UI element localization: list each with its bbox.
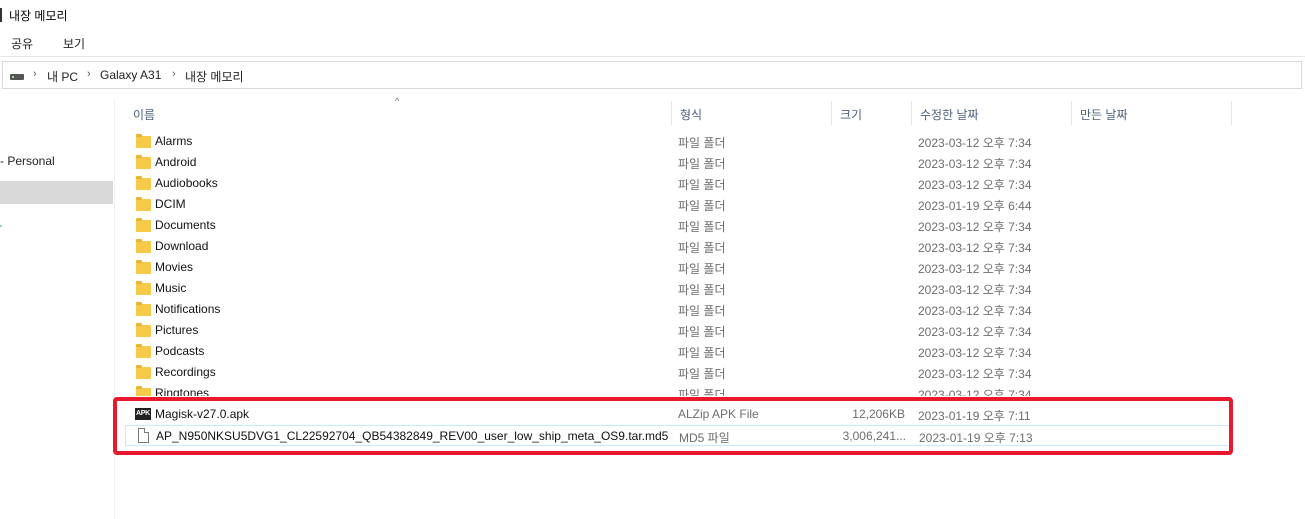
folder-icon <box>136 218 151 232</box>
file-type: 파일 폴더 <box>678 136 726 150</box>
file-name: Android <box>155 155 197 169</box>
file-date: 2023-03-12 오후 7:34 <box>918 388 1032 396</box>
folder-icon <box>136 260 151 274</box>
file-name: Alarms <box>155 134 193 148</box>
chevron-right-icon[interactable]: › <box>33 68 37 80</box>
file-type: 파일 폴더 <box>678 304 726 318</box>
file-date: 2023-03-12 오후 7:34 <box>918 157 1032 171</box>
file-row[interactable]: Download 파일 폴더 2023-03-12 오후 7:34 <box>125 236 1230 257</box>
file-row[interactable]: Podcasts 파일 폴더 2023-03-12 오후 7:34 <box>125 341 1230 362</box>
file-row[interactable]: Music 파일 폴더 2023-03-12 오후 7:34 <box>125 278 1230 299</box>
folder-icon <box>136 155 151 169</box>
folder-icon <box>136 281 151 295</box>
column-type[interactable]: 형식 <box>672 101 832 125</box>
file-type: 파일 폴더 <box>678 241 726 255</box>
folder-icon <box>136 344 151 358</box>
file-row[interactable]: Android 파일 폴더 2023-03-12 오후 7:34 <box>125 152 1230 173</box>
nav-item-personal[interactable]: - Personal <box>0 154 55 168</box>
title-bar: 내장 메모리 <box>0 0 1305 30</box>
file-date: 2023-01-19 오후 6:44 <box>918 199 1032 213</box>
file-type: 파일 폴더 <box>678 283 726 297</box>
file-date: 2023-03-12 오후 7:34 <box>918 283 1032 297</box>
file-type: 파일 폴더 <box>678 220 726 234</box>
breadcrumb-device[interactable]: Galaxy A31 <box>100 68 161 82</box>
file-date: 2023-03-12 오후 7:34 <box>918 346 1032 360</box>
file-name: Pictures <box>155 323 199 337</box>
file-date: 2023-03-12 오후 7:34 <box>918 262 1032 276</box>
file-date: 2023-03-12 오후 7:34 <box>918 325 1032 339</box>
window-edge <box>0 8 2 22</box>
file-type: 파일 폴더 <box>678 199 726 213</box>
folder-icon <box>136 134 151 148</box>
file-row[interactable]: Movies 파일 폴더 2023-03-12 오후 7:34 <box>125 257 1230 278</box>
column-date-created[interactable]: 만든 날짜 <box>1072 101 1232 125</box>
file-type: 파일 폴더 <box>678 262 726 276</box>
file-date: 2023-03-12 오후 7:34 <box>918 220 1032 234</box>
folder-icon <box>136 239 151 253</box>
file-name: Download <box>155 239 209 253</box>
file-row[interactable]: Alarms 파일 폴더 2023-03-12 오후 7:34 <box>125 131 1230 152</box>
file-name: Music <box>155 281 187 295</box>
address-bar[interactable]: › 내 PC › Galaxy A31 › 내장 메모리 <box>2 61 1302 89</box>
ribbon: 공유 보기 <box>0 30 1305 57</box>
chevron-right-icon[interactable]: › <box>172 68 176 80</box>
file-name: Documents <box>155 218 216 232</box>
window-title: 내장 메모리 <box>9 9 68 23</box>
nav-indicator <box>0 225 2 227</box>
file-name: Podcasts <box>155 344 205 358</box>
folder-icon <box>136 323 151 337</box>
ribbon-tab-view[interactable]: 보기 <box>63 35 85 52</box>
folder-icon <box>136 197 151 211</box>
file-row[interactable]: DCIM 파일 폴더 2023-01-19 오후 6:44 <box>125 194 1230 215</box>
column-date-modified[interactable]: 수정한 날짜 <box>912 101 1072 125</box>
file-row[interactable]: Audiobooks 파일 폴더 2023-03-12 오후 7:34 <box>125 173 1230 194</box>
column-header: 이름 형식 크기 수정한 날짜 만든 날짜 <box>125 101 1305 125</box>
folder-icon <box>136 176 151 190</box>
file-name: DCIM <box>155 197 186 211</box>
file-date: 2023-03-12 오후 7:34 <box>918 367 1032 381</box>
file-type: 파일 폴더 <box>678 178 726 192</box>
file-row[interactable]: Ringtones 파일 폴더 2023-03-12 오후 7:34 <box>125 383 1230 396</box>
drive-icon <box>10 74 24 80</box>
file-date: 2023-03-12 오후 7:34 <box>918 304 1032 318</box>
file-row[interactable]: Pictures 파일 폴더 2023-03-12 오후 7:34 <box>125 320 1230 341</box>
file-type: 파일 폴더 <box>678 157 726 171</box>
column-name[interactable]: 이름 <box>125 101 672 125</box>
chevron-right-icon[interactable]: › <box>87 68 91 80</box>
file-name: Recordings <box>155 365 216 379</box>
column-size[interactable]: 크기 <box>832 101 912 125</box>
file-date: 2023-03-12 오후 7:34 <box>918 241 1032 255</box>
annotation-highlight-box <box>113 397 1233 455</box>
breadcrumb-this-pc[interactable]: 내 PC <box>47 68 78 85</box>
file-name: Movies <box>155 260 194 274</box>
folder-icon <box>136 302 151 316</box>
file-name: Ringtones <box>155 386 210 396</box>
folder-icon <box>136 386 151 396</box>
breadcrumb-internal-storage[interactable]: 내장 메모리 <box>185 68 244 85</box>
file-row[interactable]: Documents 파일 폴더 2023-03-12 오후 7:34 <box>125 215 1230 236</box>
ribbon-tab-share[interactable]: 공유 <box>11 35 33 52</box>
file-row[interactable]: Recordings 파일 폴더 2023-03-12 오후 7:34 <box>125 362 1230 383</box>
file-row[interactable]: Notifications 파일 폴더 2023-03-12 오후 7:34 <box>125 299 1230 320</box>
file-name: Audiobooks <box>155 176 218 190</box>
file-type: 파일 폴더 <box>678 346 726 360</box>
file-date: 2023-03-12 오후 7:34 <box>918 136 1032 150</box>
file-type: 파일 폴더 <box>678 367 726 381</box>
navigation-pane: - Personal <box>0 100 115 519</box>
file-type: 파일 폴더 <box>678 388 726 396</box>
folder-icon <box>136 365 151 379</box>
file-name: Notifications <box>155 302 221 316</box>
nav-selected-item[interactable] <box>0 181 113 204</box>
file-type: 파일 폴더 <box>678 325 726 339</box>
file-date: 2023-03-12 오후 7:34 <box>918 178 1032 192</box>
